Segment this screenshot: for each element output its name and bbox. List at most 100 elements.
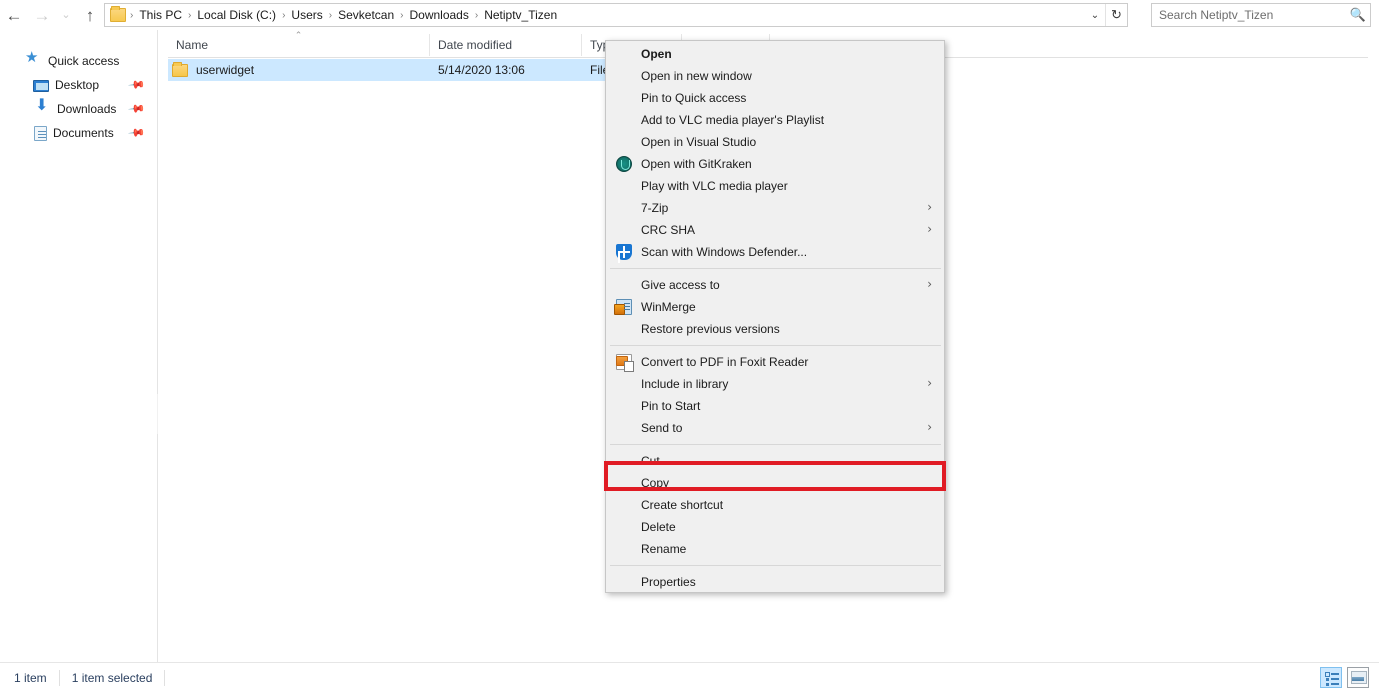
menu-item-label: 7-Zip bbox=[641, 201, 668, 215]
view-buttons bbox=[1320, 667, 1369, 688]
gitkraken-icon bbox=[616, 156, 632, 172]
folder-icon bbox=[172, 64, 188, 77]
folder-icon bbox=[110, 8, 126, 22]
sort-ascending-icon: ⌃ bbox=[295, 30, 303, 41]
context-menu[interactable]: Open Open in new window Pin to Quick acc… bbox=[605, 40, 945, 593]
pin-icon: 📌 bbox=[127, 124, 145, 142]
forward-arrow-icon[interactable]: → bbox=[28, 1, 56, 29]
menu-item-label: Delete bbox=[641, 520, 676, 534]
column-header-label: Name bbox=[176, 38, 208, 52]
address-bar[interactable]: › This PC › Local Disk (C:) › Users › Se… bbox=[104, 3, 1128, 27]
breadcrumb: › This PC › Local Disk (C:) › Users › Se… bbox=[105, 6, 1085, 24]
file-date-cell: 5/14/2020 13:06 bbox=[430, 63, 582, 77]
menu-item-label: Pin to Start bbox=[641, 399, 700, 413]
breadcrumb-item-this-pc[interactable]: This PC bbox=[134, 6, 187, 24]
menu-item-send-to[interactable]: Send to › bbox=[606, 417, 944, 439]
menu-item-open[interactable]: Open bbox=[606, 43, 944, 65]
chevron-right-icon: › bbox=[927, 222, 932, 236]
menu-item-label: Cut bbox=[641, 454, 660, 468]
desktop-icon bbox=[33, 80, 49, 92]
menu-item-restore-previous-versions[interactable]: Restore previous versions bbox=[606, 318, 944, 340]
refresh-icon[interactable]: ↻ bbox=[1105, 4, 1127, 26]
menu-item-create-shortcut[interactable]: Create shortcut bbox=[606, 494, 944, 516]
search-icon[interactable]: 🔍 bbox=[1346, 4, 1370, 26]
menu-item-pin-to-quick-access[interactable]: Pin to Quick access bbox=[606, 87, 944, 109]
address-chevron-down-icon[interactable]: ⌄ bbox=[1085, 4, 1105, 26]
menu-item-label: WinMerge bbox=[641, 300, 696, 314]
menu-item-label: Copy bbox=[641, 476, 669, 490]
search-input[interactable] bbox=[1152, 7, 1346, 23]
status-item-count: 1 item bbox=[0, 670, 60, 686]
breadcrumb-item-sevketcan[interactable]: Sevketcan bbox=[333, 6, 399, 24]
menu-item-copy[interactable]: Copy bbox=[606, 472, 944, 494]
menu-item-open-in-visual-studio[interactable]: Open in Visual Studio bbox=[606, 131, 944, 153]
menu-item-pin-to-start[interactable]: Pin to Start bbox=[606, 395, 944, 417]
breadcrumb-item-users[interactable]: Users bbox=[286, 6, 327, 24]
menu-item-label: Play with VLC media player bbox=[641, 179, 788, 193]
sidebar-item-downloads[interactable]: Downloads 📌 bbox=[0, 97, 157, 121]
menu-item-winmerge[interactable]: WinMerge bbox=[606, 296, 944, 318]
column-header-label: Date modified bbox=[438, 38, 512, 52]
menu-separator bbox=[610, 565, 941, 566]
breadcrumb-item-local-disk[interactable]: Local Disk (C:) bbox=[192, 6, 281, 24]
pin-icon: 📌 bbox=[127, 76, 145, 94]
menu-item-give-access-to[interactable]: Give access to › bbox=[606, 274, 944, 296]
menu-item-cut[interactable]: Cut bbox=[606, 450, 944, 472]
breadcrumb-item-netiptv-tizen[interactable]: Netiptv_Tizen bbox=[479, 6, 562, 24]
column-header-date-modified[interactable]: Date modified bbox=[430, 34, 582, 56]
menu-item-add-to-vlc-playlist[interactable]: Add to VLC media player's Playlist bbox=[606, 109, 944, 131]
search-box[interactable]: 🔍 bbox=[1151, 3, 1371, 27]
menu-item-label: Convert to PDF in Foxit Reader bbox=[641, 355, 808, 369]
menu-item-label: Properties bbox=[641, 575, 696, 589]
menu-item-rename[interactable]: Rename bbox=[606, 538, 944, 560]
menu-item-label: Pin to Quick access bbox=[641, 91, 746, 105]
menu-item-open-with-gitkraken[interactable]: Open with GitKraken bbox=[606, 153, 944, 175]
file-name-label: userwidget bbox=[196, 63, 254, 77]
status-bar: 1 item 1 item selected bbox=[0, 662, 1379, 692]
menu-item-label: Include in library bbox=[641, 377, 728, 391]
menu-item-label: Open bbox=[641, 47, 672, 61]
menu-item-properties[interactable]: Properties bbox=[606, 571, 944, 593]
chevron-right-icon: › bbox=[927, 376, 932, 390]
chevron-right-icon: › bbox=[927, 277, 932, 291]
breadcrumb-item-downloads[interactable]: Downloads bbox=[404, 6, 473, 24]
details-view-button[interactable] bbox=[1320, 667, 1342, 688]
column-header-name[interactable]: ⌃ Name bbox=[168, 34, 430, 56]
menu-item-7-zip[interactable]: 7-Zip › bbox=[606, 197, 944, 219]
large-icons-view-button[interactable] bbox=[1347, 667, 1369, 688]
menu-separator bbox=[610, 444, 941, 445]
menu-separator bbox=[610, 345, 941, 346]
recent-locations-chevron-down-icon[interactable]: ⌄ bbox=[56, 1, 76, 29]
winmerge-icon bbox=[616, 299, 632, 315]
sidebar-item-documents[interactable]: Documents 📌 bbox=[0, 121, 157, 145]
sidebar-item-label: Downloads bbox=[57, 102, 116, 116]
menu-item-label: CRC SHA bbox=[641, 223, 695, 237]
menu-separator bbox=[610, 268, 941, 269]
documents-icon bbox=[34, 126, 47, 141]
status-selection: 1 item selected bbox=[60, 670, 166, 686]
menu-item-delete[interactable]: Delete bbox=[606, 516, 944, 538]
menu-item-convert-to-pdf-foxit[interactable]: Convert to PDF in Foxit Reader bbox=[606, 351, 944, 373]
navigation-pane: Quick access Desktop 📌 Downloads 📌 Docum… bbox=[0, 30, 157, 662]
menu-item-open-in-new-window[interactable]: Open in new window bbox=[606, 65, 944, 87]
pin-icon: 📌 bbox=[127, 100, 145, 118]
sidebar-item-label: Quick access bbox=[48, 54, 119, 68]
file-name-cell: userwidget bbox=[168, 63, 430, 77]
foxit-pdf-icon bbox=[616, 354, 632, 370]
sidebar-item-desktop[interactable]: Desktop 📌 bbox=[0, 73, 157, 97]
windows-defender-icon bbox=[616, 244, 632, 260]
menu-item-label: Create shortcut bbox=[641, 498, 723, 512]
download-icon bbox=[33, 101, 51, 117]
star-icon bbox=[24, 53, 42, 69]
menu-item-label: Give access to bbox=[641, 278, 720, 292]
chevron-right-icon: › bbox=[927, 200, 932, 214]
sidebar-item-label: Documents bbox=[53, 126, 114, 140]
menu-item-include-in-library[interactable]: Include in library › bbox=[606, 373, 944, 395]
menu-item-scan-with-windows-defender[interactable]: Scan with Windows Defender... bbox=[606, 241, 944, 263]
menu-item-play-with-vlc[interactable]: Play with VLC media player bbox=[606, 175, 944, 197]
back-arrow-icon[interactable]: ← bbox=[0, 1, 28, 29]
menu-item-crc-sha[interactable]: CRC SHA › bbox=[606, 219, 944, 241]
menu-item-label: Scan with Windows Defender... bbox=[641, 245, 807, 259]
up-arrow-icon[interactable]: ↑ bbox=[76, 1, 104, 29]
sidebar-item-quick-access[interactable]: Quick access bbox=[0, 49, 157, 73]
